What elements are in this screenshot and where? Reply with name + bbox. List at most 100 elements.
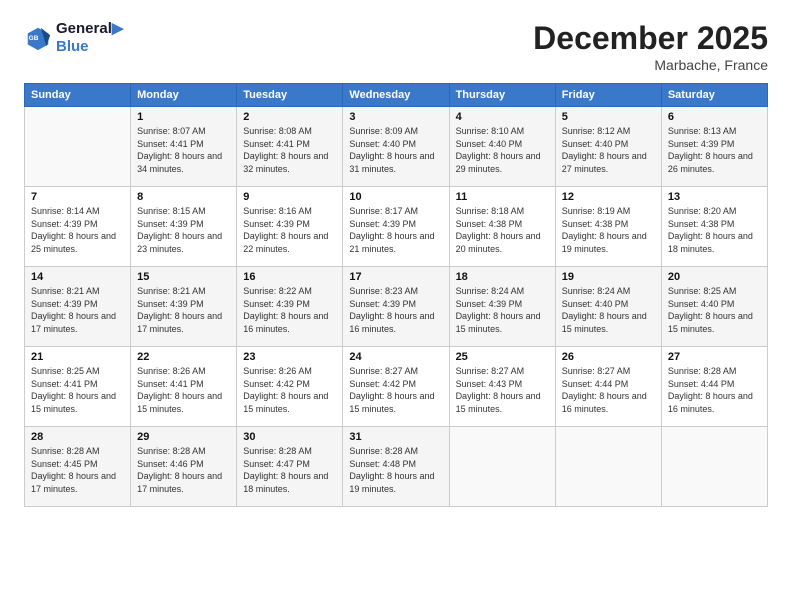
- sunrise-text: Sunrise: 8:27 AM: [349, 365, 442, 378]
- daylight-text: Daylight: 8 hours and 15 minutes.: [456, 390, 549, 415]
- sunset-text: Sunset: 4:38 PM: [456, 218, 549, 231]
- day-cell: 27 Sunrise: 8:28 AM Sunset: 4:44 PM Dayl…: [661, 347, 767, 427]
- sunrise-text: Sunrise: 8:23 AM: [349, 285, 442, 298]
- day-cell: 3 Sunrise: 8:09 AM Sunset: 4:40 PM Dayli…: [343, 107, 449, 187]
- day-number: 5: [562, 111, 655, 123]
- day-number: 26: [562, 351, 655, 363]
- sunset-text: Sunset: 4:39 PM: [243, 218, 336, 231]
- week-row-1: 7 Sunrise: 8:14 AM Sunset: 4:39 PM Dayli…: [25, 187, 768, 267]
- day-cell: 29 Sunrise: 8:28 AM Sunset: 4:46 PM Dayl…: [131, 427, 237, 507]
- day-info: Sunrise: 8:25 AM Sunset: 4:40 PM Dayligh…: [668, 285, 761, 335]
- sunrise-text: Sunrise: 8:15 AM: [137, 205, 230, 218]
- sunset-text: Sunset: 4:44 PM: [668, 378, 761, 391]
- day-number: 18: [456, 271, 549, 283]
- day-cell: [25, 107, 131, 187]
- daylight-text: Daylight: 8 hours and 18 minutes.: [243, 470, 336, 495]
- sunset-text: Sunset: 4:42 PM: [243, 378, 336, 391]
- day-info: Sunrise: 8:20 AM Sunset: 4:38 PM Dayligh…: [668, 205, 761, 255]
- day-number: 24: [349, 351, 442, 363]
- sunrise-text: Sunrise: 8:24 AM: [456, 285, 549, 298]
- sunset-text: Sunset: 4:39 PM: [31, 218, 124, 231]
- day-number: 9: [243, 191, 336, 203]
- sunrise-text: Sunrise: 8:17 AM: [349, 205, 442, 218]
- sunrise-text: Sunrise: 8:16 AM: [243, 205, 336, 218]
- daylight-text: Daylight: 8 hours and 17 minutes.: [137, 470, 230, 495]
- day-number: 31: [349, 431, 442, 443]
- logo-icon: GB: [24, 24, 52, 52]
- day-info: Sunrise: 8:16 AM Sunset: 4:39 PM Dayligh…: [243, 205, 336, 255]
- month-title: December 2025: [533, 20, 768, 57]
- sunrise-text: Sunrise: 8:28 AM: [137, 445, 230, 458]
- sunset-text: Sunset: 4:40 PM: [349, 138, 442, 151]
- logo: GB General▶ Blue: [24, 20, 123, 56]
- day-cell: 8 Sunrise: 8:15 AM Sunset: 4:39 PM Dayli…: [131, 187, 237, 267]
- day-cell: 12 Sunrise: 8:19 AM Sunset: 4:38 PM Dayl…: [555, 187, 661, 267]
- sunset-text: Sunset: 4:48 PM: [349, 458, 442, 471]
- sunrise-text: Sunrise: 8:19 AM: [562, 205, 655, 218]
- sunset-text: Sunset: 4:39 PM: [349, 218, 442, 231]
- day-cell: [449, 427, 555, 507]
- day-cell: 9 Sunrise: 8:16 AM Sunset: 4:39 PM Dayli…: [237, 187, 343, 267]
- col-saturday: Saturday: [661, 84, 767, 107]
- sunset-text: Sunset: 4:47 PM: [243, 458, 336, 471]
- day-info: Sunrise: 8:27 AM Sunset: 4:44 PM Dayligh…: [562, 365, 655, 415]
- sunset-text: Sunset: 4:42 PM: [349, 378, 442, 391]
- sunrise-text: Sunrise: 8:27 AM: [562, 365, 655, 378]
- day-info: Sunrise: 8:13 AM Sunset: 4:39 PM Dayligh…: [668, 125, 761, 175]
- day-info: Sunrise: 8:18 AM Sunset: 4:38 PM Dayligh…: [456, 205, 549, 255]
- sunset-text: Sunset: 4:45 PM: [31, 458, 124, 471]
- daylight-text: Daylight: 8 hours and 15 minutes.: [456, 310, 549, 335]
- sunset-text: Sunset: 4:44 PM: [562, 378, 655, 391]
- sunset-text: Sunset: 4:39 PM: [31, 298, 124, 311]
- title-section: December 2025 Marbache, France: [533, 20, 768, 73]
- sunrise-text: Sunrise: 8:28 AM: [668, 365, 761, 378]
- day-info: Sunrise: 8:28 AM Sunset: 4:46 PM Dayligh…: [137, 445, 230, 495]
- sunrise-text: Sunrise: 8:07 AM: [137, 125, 230, 138]
- sunset-text: Sunset: 4:39 PM: [456, 298, 549, 311]
- day-info: Sunrise: 8:08 AM Sunset: 4:41 PM Dayligh…: [243, 125, 336, 175]
- day-cell: 10 Sunrise: 8:17 AM Sunset: 4:39 PM Dayl…: [343, 187, 449, 267]
- logo-text: General▶ Blue: [56, 20, 123, 56]
- daylight-text: Daylight: 8 hours and 17 minutes.: [31, 310, 124, 335]
- day-cell: 19 Sunrise: 8:24 AM Sunset: 4:40 PM Dayl…: [555, 267, 661, 347]
- day-info: Sunrise: 8:26 AM Sunset: 4:41 PM Dayligh…: [137, 365, 230, 415]
- sunset-text: Sunset: 4:39 PM: [137, 298, 230, 311]
- day-cell: 21 Sunrise: 8:25 AM Sunset: 4:41 PM Dayl…: [25, 347, 131, 427]
- col-monday: Monday: [131, 84, 237, 107]
- day-cell: 13 Sunrise: 8:20 AM Sunset: 4:38 PM Dayl…: [661, 187, 767, 267]
- sunset-text: Sunset: 4:39 PM: [349, 298, 442, 311]
- day-number: 11: [456, 191, 549, 203]
- daylight-text: Daylight: 8 hours and 29 minutes.: [456, 150, 549, 175]
- day-cell: 30 Sunrise: 8:28 AM Sunset: 4:47 PM Dayl…: [237, 427, 343, 507]
- day-cell: 1 Sunrise: 8:07 AM Sunset: 4:41 PM Dayli…: [131, 107, 237, 187]
- day-cell: 23 Sunrise: 8:26 AM Sunset: 4:42 PM Dayl…: [237, 347, 343, 427]
- day-info: Sunrise: 8:24 AM Sunset: 4:39 PM Dayligh…: [456, 285, 549, 335]
- day-number: 23: [243, 351, 336, 363]
- sunrise-text: Sunrise: 8:09 AM: [349, 125, 442, 138]
- day-info: Sunrise: 8:14 AM Sunset: 4:39 PM Dayligh…: [31, 205, 124, 255]
- day-info: Sunrise: 8:21 AM Sunset: 4:39 PM Dayligh…: [137, 285, 230, 335]
- day-info: Sunrise: 8:17 AM Sunset: 4:39 PM Dayligh…: [349, 205, 442, 255]
- daylight-text: Daylight: 8 hours and 32 minutes.: [243, 150, 336, 175]
- day-number: 6: [668, 111, 761, 123]
- sunrise-text: Sunrise: 8:26 AM: [243, 365, 336, 378]
- day-number: 19: [562, 271, 655, 283]
- day-number: 27: [668, 351, 761, 363]
- day-cell: 6 Sunrise: 8:13 AM Sunset: 4:39 PM Dayli…: [661, 107, 767, 187]
- daylight-text: Daylight: 8 hours and 15 minutes.: [243, 390, 336, 415]
- daylight-text: Daylight: 8 hours and 26 minutes.: [668, 150, 761, 175]
- sunset-text: Sunset: 4:43 PM: [456, 378, 549, 391]
- day-cell: 5 Sunrise: 8:12 AM Sunset: 4:40 PM Dayli…: [555, 107, 661, 187]
- sunrise-text: Sunrise: 8:24 AM: [562, 285, 655, 298]
- sunrise-text: Sunrise: 8:26 AM: [137, 365, 230, 378]
- daylight-text: Daylight: 8 hours and 22 minutes.: [243, 230, 336, 255]
- location-title: Marbache, France: [533, 57, 768, 73]
- daylight-text: Daylight: 8 hours and 20 minutes.: [456, 230, 549, 255]
- day-cell: 22 Sunrise: 8:26 AM Sunset: 4:41 PM Dayl…: [131, 347, 237, 427]
- day-info: Sunrise: 8:19 AM Sunset: 4:38 PM Dayligh…: [562, 205, 655, 255]
- sunrise-text: Sunrise: 8:28 AM: [31, 445, 124, 458]
- calendar-page: GB General▶ Blue December 2025 Marbache,…: [0, 0, 792, 612]
- sunrise-text: Sunrise: 8:25 AM: [31, 365, 124, 378]
- day-number: 25: [456, 351, 549, 363]
- day-number: 12: [562, 191, 655, 203]
